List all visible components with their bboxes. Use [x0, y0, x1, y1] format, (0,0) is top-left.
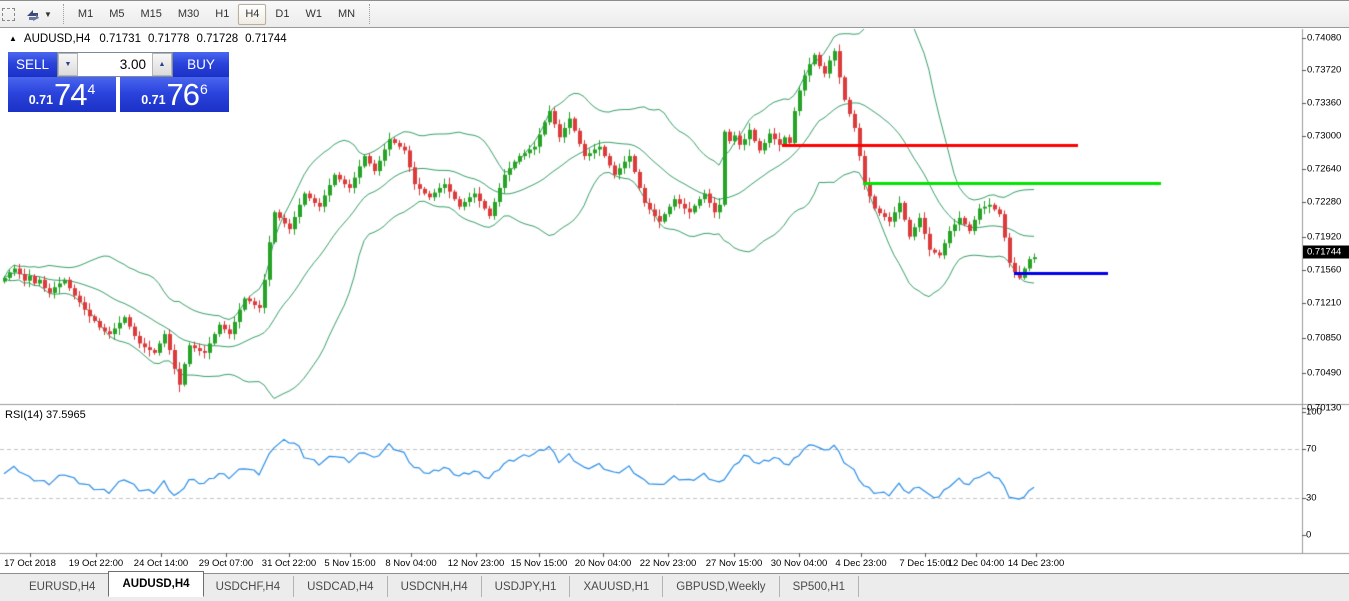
price-axis-label: 0.70490	[1307, 368, 1341, 379]
arrange-charts-button[interactable]: ▼	[20, 2, 57, 26]
ohlc-high: 0.71778	[148, 33, 190, 45]
toolbar-separator	[369, 4, 370, 24]
sell-price-sup: 4	[88, 82, 96, 96]
volume-control: ▼ ▲	[57, 52, 173, 77]
time-axis-label: 27 Nov 15:00	[706, 558, 763, 569]
one-click-trading-panel: SELL ▼ ▲ BUY 0.71 74 4 0.71 76 6	[8, 52, 229, 112]
time-axis-label: 5 Nov 15:00	[324, 558, 375, 569]
arrange-arrows-icon	[25, 7, 41, 21]
volume-input[interactable]	[78, 53, 152, 76]
timeframe-button[interactable]: M30	[171, 4, 206, 25]
symbol-tab[interactable]: USDCHF,H4	[203, 576, 295, 597]
mt4-window: ▼ M1 M5 M15 M30	[0, 0, 1349, 601]
buy-button[interactable]: BUY	[173, 52, 229, 78]
timeframe-button[interactable]: M15	[133, 4, 168, 25]
price-axis-label: 0.71560	[1307, 265, 1341, 276]
price-axis-label: 0.73360	[1307, 98, 1341, 109]
price-axis-label: 0.72280	[1307, 197, 1341, 208]
timeframe-button[interactable]: MN	[331, 4, 362, 25]
sell-price-big: 74	[54, 79, 86, 110]
symbol-tab[interactable]: SP500,H1	[780, 576, 859, 597]
collapse-arrow-icon[interactable]: ▲	[9, 34, 17, 43]
rsi-axis-label: 100	[1306, 407, 1322, 418]
price-axis-label: 0.74080	[1307, 33, 1341, 44]
time-axis-label: 19 Oct 22:00	[69, 558, 123, 569]
time-axis-label: 15 Nov 15:00	[511, 558, 568, 569]
time-axis-label: 12 Nov 23:00	[448, 558, 505, 569]
time-axis-label: 17 Oct 2018	[4, 558, 56, 569]
time-axis-label: 4 Dec 23:00	[835, 558, 886, 569]
dropdown-caret-icon: ▼	[44, 10, 52, 19]
rsi-axis-label: 0	[1306, 530, 1311, 541]
ohlc-close: 0.71744	[245, 33, 287, 45]
ohlc-low: 0.71728	[197, 33, 239, 45]
time-axis-label: 7 Dec 15:00	[899, 558, 950, 569]
price-axis-label: 0.71210	[1307, 298, 1341, 309]
toolbar: ▼ M1 M5 M15 M30	[0, 0, 1349, 28]
current-price-tag: 0.71744	[1303, 246, 1349, 259]
buy-price-big: 76	[167, 79, 199, 110]
timeframe-button[interactable]: M5	[102, 4, 131, 25]
price-axis-label: 0.73000	[1307, 131, 1341, 142]
buy-price-sup: 6	[200, 82, 208, 96]
time-axis-label: 8 Nov 04:00	[385, 558, 436, 569]
price-axis-label: 0.73720	[1307, 65, 1341, 76]
time-axis-label: 30 Nov 04:00	[771, 558, 828, 569]
volume-increase-button[interactable]: ▲	[152, 53, 172, 76]
symbol-tab[interactable]: XAUUSD,H1	[570, 576, 663, 597]
rsi-indicator-label: RSI(14) 37.5965	[5, 409, 86, 421]
chart-tabs-bar: EURUSD,H4 AUDUSD,H4 USDCHF,H4 USDCAD,H4 …	[0, 573, 1349, 601]
time-axis-label: 22 Nov 23:00	[640, 558, 697, 569]
time-axis-label: 29 Oct 07:00	[199, 558, 253, 569]
time-axis-label: 31 Oct 22:00	[262, 558, 316, 569]
timeframe-button[interactable]: W1	[298, 4, 329, 25]
symbol-tab[interactable]: USDJPY,H1	[482, 576, 571, 597]
toolbar-separator	[63, 4, 64, 24]
timeframe-button[interactable]: D1	[268, 4, 296, 25]
buy-price[interactable]: 0.71 76 6	[120, 77, 229, 112]
rsi-value: 37.5965	[46, 409, 86, 421]
chart-title: ▲ AUDUSD,H4 0.71731 0.71778 0.71728 0.71…	[9, 33, 287, 45]
symbol-tab[interactable]: EURUSD,H4	[16, 576, 109, 597]
volume-decrease-button[interactable]: ▼	[58, 53, 78, 76]
time-axis-label: 24 Oct 14:00	[134, 558, 188, 569]
ohlc-open: 0.71731	[99, 33, 141, 45]
symbol-tab[interactable]: USDCNH,H4	[388, 576, 482, 597]
price-axis-label: 0.72640	[1307, 164, 1341, 175]
chart-symbol-period: AUDUSD,H4	[24, 33, 90, 45]
time-axis-label: 14 Dec 23:00	[1008, 558, 1065, 569]
buy-price-prefix: 0.71	[141, 94, 165, 107]
time-axis-label: 12 Dec 04:00	[948, 558, 1005, 569]
time-axis-label: 20 Nov 04:00	[575, 558, 632, 569]
sell-button[interactable]: SELL	[8, 52, 57, 78]
symbol-tab[interactable]: GBPUSD,Weekly	[663, 576, 779, 597]
symbol-tab[interactable]: USDCAD,H4	[294, 576, 387, 597]
timeframe-button[interactable]: H1	[208, 4, 236, 25]
symbol-tab[interactable]: AUDUSD,H4	[108, 571, 203, 597]
timeframe-button[interactable]: M1	[71, 4, 100, 25]
rsi-axis-label: 70	[1306, 444, 1317, 455]
price-axis-label: 0.70850	[1307, 333, 1341, 344]
dashed-box-glyph	[2, 8, 15, 21]
sell-price[interactable]: 0.71 74 4	[8, 77, 116, 112]
sell-price-prefix: 0.71	[29, 94, 53, 107]
rsi-axis-label: 30	[1306, 493, 1317, 504]
dashed-box-icon[interactable]	[2, 2, 20, 26]
price-axis-label: 0.71920	[1307, 232, 1341, 243]
timeframe-button[interactable]: H4	[238, 4, 266, 25]
